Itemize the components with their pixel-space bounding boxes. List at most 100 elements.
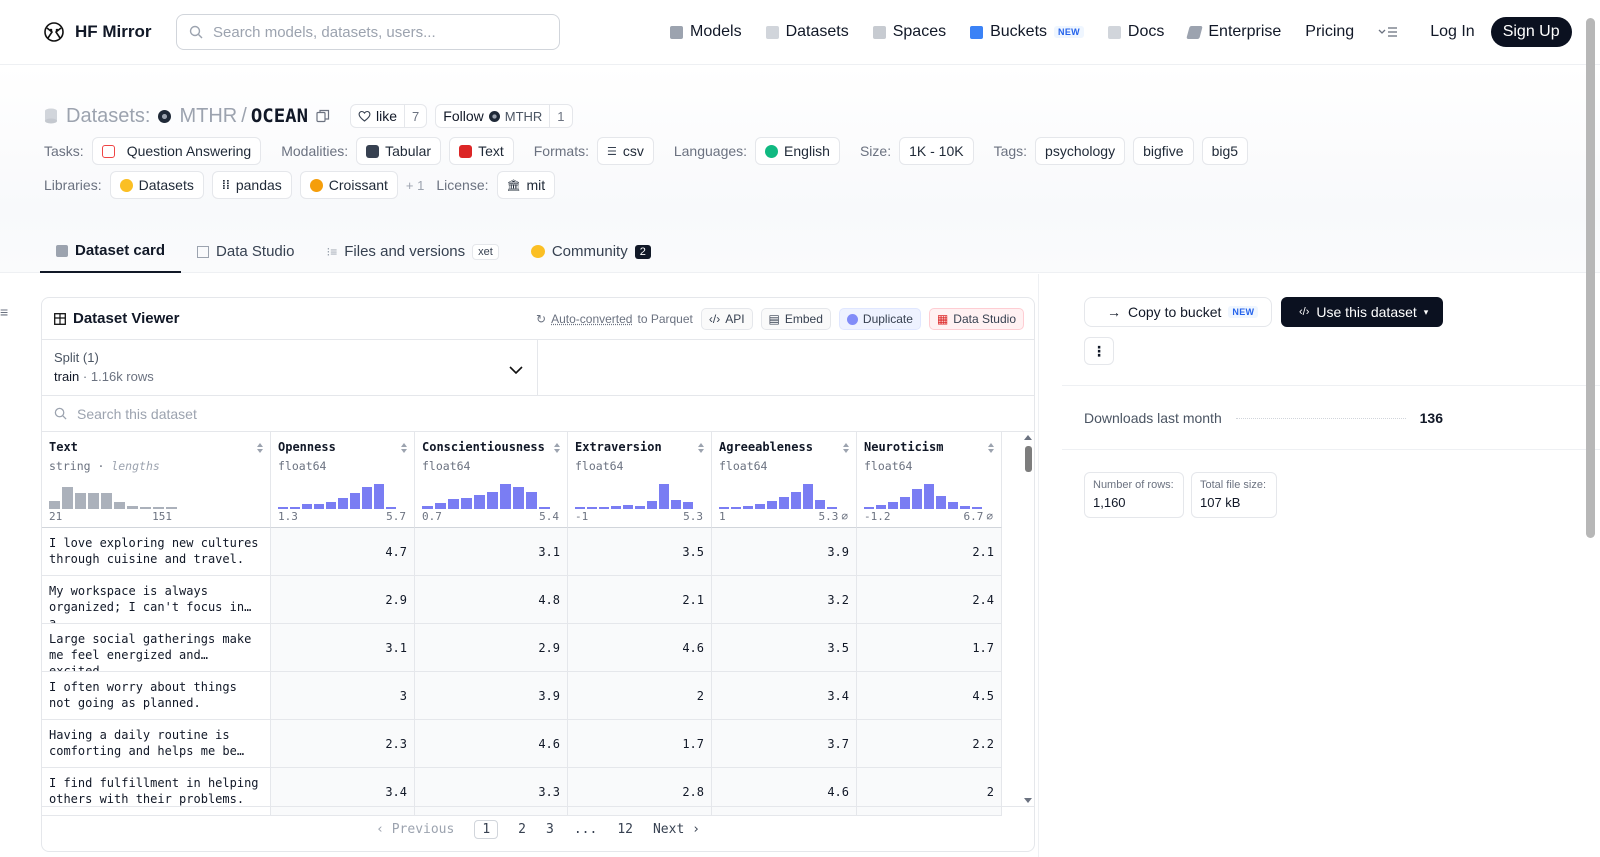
histogram-bar[interactable] xyxy=(731,507,741,509)
library-pandas-chip[interactable]: ⁞⁞ pandas xyxy=(211,171,292,199)
tab-files[interactable]: ⁝≡ Files and versions xet xyxy=(310,230,514,273)
histogram-bar[interactable] xyxy=(948,502,958,509)
library-croissant-chip[interactable]: Croissant xyxy=(299,171,398,199)
number-cell[interactable]: 4.5 xyxy=(857,672,1002,720)
dataset-search[interactable] xyxy=(42,396,1034,432)
column-header[interactable]: Agreeableness float64 1 5.3 ∅ xyxy=(712,432,857,528)
histogram-bar[interactable] xyxy=(290,507,300,509)
histogram-bar[interactable] xyxy=(587,507,597,509)
histogram-bar[interactable] xyxy=(599,507,609,509)
next-page-button[interactable]: Next › xyxy=(653,822,700,837)
histogram-bar[interactable] xyxy=(803,484,813,509)
license-chip[interactable]: 🏛 mit xyxy=(496,171,556,199)
number-cell[interactable]: 2.9 xyxy=(415,624,568,672)
nav-spaces[interactable]: Spaces xyxy=(872,23,946,41)
nav-buckets[interactable]: Buckets NEW xyxy=(970,23,1084,41)
histogram-bar[interactable] xyxy=(767,501,777,509)
dataset-name[interactable]: OCEAN xyxy=(251,105,308,127)
histogram-bar[interactable] xyxy=(623,505,633,509)
number-cell[interactable]: 3.9 xyxy=(415,672,568,720)
histogram-bar[interactable] xyxy=(326,502,336,509)
histogram-bar[interactable] xyxy=(500,484,511,509)
sort-icon[interactable] xyxy=(697,442,705,454)
more-options-button[interactable]: ⋮ xyxy=(1084,337,1114,365)
histogram-bar[interactable] xyxy=(75,493,86,509)
number-cell[interactable]: 3.2 xyxy=(712,576,857,624)
number-cell[interactable]: 3.5 xyxy=(568,528,712,576)
number-cell[interactable]: 4.8 xyxy=(415,576,568,624)
task-chip[interactable]: Question Answering xyxy=(91,137,262,165)
histogram-bar[interactable] xyxy=(101,493,112,509)
split-selector[interactable]: Split (1) train · 1.16k rows xyxy=(42,340,538,396)
histogram-bar[interactable] xyxy=(779,497,789,509)
auto-converted-link[interactable]: Auto-converted xyxy=(551,312,632,326)
histogram-bar[interactable] xyxy=(635,506,645,509)
like-button[interactable]: like 7 xyxy=(350,104,428,128)
nav-pricing[interactable]: Pricing xyxy=(1305,23,1354,41)
histogram-bar[interactable] xyxy=(435,503,446,509)
histogram-bar[interactable] xyxy=(900,497,910,509)
number-cell[interactable]: 2.3 xyxy=(271,720,415,768)
histogram-bar[interactable] xyxy=(88,493,99,509)
histogram-bar[interactable] xyxy=(539,507,550,509)
text-cell[interactable]: I often worry about things not going as … xyxy=(42,672,271,720)
histogram-bar[interactable] xyxy=(448,499,459,509)
histogram-bar[interactable] xyxy=(314,504,324,509)
number-cell[interactable]: 3.1 xyxy=(415,528,568,576)
number-cell[interactable]: 3 xyxy=(271,672,415,720)
histogram-bar[interactable] xyxy=(683,502,693,509)
histogram-bar[interactable] xyxy=(912,489,922,509)
duplicate-button[interactable]: Duplicate xyxy=(838,308,921,330)
histogram-bar[interactable] xyxy=(526,492,537,509)
histogram-bar[interactable] xyxy=(338,498,348,509)
number-cell[interactable]: 1.7 xyxy=(568,720,712,768)
api-button[interactable]: ‹/› API xyxy=(700,308,753,330)
histogram-bar[interactable] xyxy=(671,500,681,509)
histogram-bar[interactable] xyxy=(127,506,138,509)
size-chip[interactable]: 1K - 10K xyxy=(899,137,974,165)
number-cell[interactable]: 4.6 xyxy=(415,720,568,768)
histogram-bar[interactable] xyxy=(62,487,73,509)
nav-datasets[interactable]: Datasets xyxy=(765,23,849,41)
sort-icon[interactable] xyxy=(553,442,561,454)
number-cell[interactable]: 2.9 xyxy=(271,576,415,624)
column-header[interactable]: Text string · lengths 21 151 xyxy=(42,432,271,528)
text-cell[interactable]: Large social gatherings make me feel ene… xyxy=(42,624,271,672)
number-cell[interactable]: 2.1 xyxy=(568,576,712,624)
data-studio-button[interactable]: ▦ Data Studio xyxy=(928,308,1024,330)
number-cell[interactable]: 2.1 xyxy=(857,528,1002,576)
tab-community[interactable]: Community 2 xyxy=(515,230,667,273)
histogram-bar[interactable] xyxy=(474,495,485,509)
number-cell[interactable]: 4.6 xyxy=(568,624,712,672)
histogram-bar[interactable] xyxy=(461,498,472,509)
number-cell[interactable]: 3.9 xyxy=(712,528,857,576)
page-button[interactable]: 2 xyxy=(518,822,526,837)
histogram-bar[interactable] xyxy=(114,502,125,509)
histogram-bar[interactable] xyxy=(743,506,753,509)
histogram-bar[interactable] xyxy=(153,507,164,509)
histogram-bar[interactable] xyxy=(513,487,524,509)
page-button[interactable]: 12 xyxy=(617,822,633,837)
histogram-bar[interactable] xyxy=(278,507,288,509)
histogram-bar[interactable] xyxy=(362,487,372,509)
histogram-bar[interactable] xyxy=(755,504,765,509)
tab-data-studio[interactable]: Data Studio xyxy=(181,230,310,273)
global-search[interactable] xyxy=(176,14,560,50)
format-chip[interactable]: ☰ csv xyxy=(596,137,654,165)
tag-chip[interactable]: bigfive xyxy=(1133,137,1194,165)
histogram-bar[interactable] xyxy=(166,507,177,509)
tag-chip[interactable]: psychology xyxy=(1035,137,1126,165)
number-cell[interactable]: 3.4 xyxy=(712,672,857,720)
column-header[interactable]: Conscientiousness float64 0.7 5.4 xyxy=(415,432,568,528)
nav-models[interactable]: Models xyxy=(670,23,742,41)
text-cell[interactable]: Having a daily routine is comforting and… xyxy=(42,720,271,768)
tag-chip[interactable]: big5 xyxy=(1201,137,1249,165)
text-cell[interactable]: I love exploring new cultures through cu… xyxy=(42,528,271,576)
histogram-bar[interactable] xyxy=(936,496,946,509)
language-chip[interactable]: English xyxy=(755,137,840,165)
number-cell[interactable]: 4.7 xyxy=(271,528,415,576)
column-header[interactable]: Neuroticism float64 -1.2 6.7 ∅ xyxy=(857,432,1002,528)
histogram-bar[interactable] xyxy=(659,484,669,509)
sort-icon[interactable] xyxy=(256,442,264,454)
page-button[interactable]: 3 xyxy=(546,822,554,837)
